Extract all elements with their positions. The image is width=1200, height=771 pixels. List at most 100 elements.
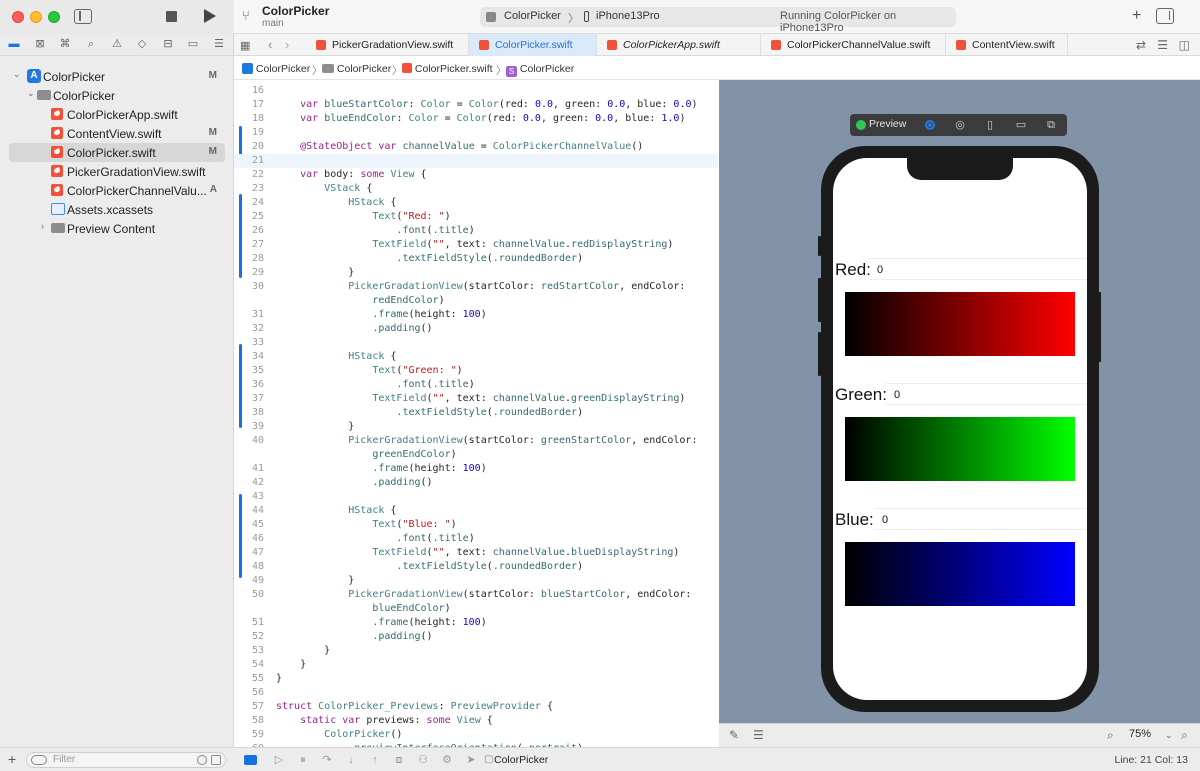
disclosure-open-icon[interactable]: ⌄ (27, 88, 35, 99)
code-line[interactable]: 45 Text("Blue: ") (234, 518, 718, 532)
breadcrumb-symbol[interactable]: S ColorPicker (506, 63, 574, 77)
close-window-button[interactable] (12, 11, 24, 23)
code-line[interactable]: 53 } (234, 644, 718, 658)
code-line[interactable]: 52 .padding() (234, 630, 718, 644)
editor-tab[interactable]: ColorPickerApp.swift (597, 34, 761, 56)
code-line[interactable]: 34 HStack { (234, 350, 718, 364)
code-line[interactable]: 48 .textFieldStyle(.roundedBorder) (234, 560, 718, 574)
gradation-view[interactable] (845, 292, 1075, 356)
stop-icon[interactable] (166, 11, 177, 22)
preview-canvas[interactable]: Preview ◎ ▯ ▭ ⧉ Red: 0 Green: 0 Blue: 0 (719, 80, 1200, 723)
back-icon[interactable]: ‹ (268, 37, 272, 52)
code-line[interactable]: 24 HStack { (234, 196, 718, 210)
code-line[interactable]: 50 PickerGradationView(startColor: blueS… (234, 588, 718, 602)
grid-icon[interactable]: ▦ (240, 39, 250, 52)
warning-icon[interactable]: ⚠ (110, 37, 124, 51)
code-line[interactable]: 32 .padding() (234, 322, 718, 336)
code-line[interactable]: greenEndColor) (234, 448, 718, 462)
forward-icon[interactable]: › (285, 37, 289, 52)
gradation-view[interactable] (845, 417, 1075, 481)
breadcrumb-project[interactable]: ColorPicker (242, 63, 310, 75)
zoom-out-icon[interactable]: ⌕ (1107, 728, 1114, 743)
split-editor-icon[interactable]: ◫ (1179, 38, 1190, 52)
code-line[interactable]: 47 TextField("", text: channelValue.blue… (234, 546, 718, 560)
channel-value-field[interactable]: 0 (886, 383, 1087, 405)
code-line[interactable]: 40 PickerGradationView(startColor: green… (234, 434, 718, 448)
zoom-window-button[interactable] (48, 11, 60, 23)
code-line[interactable]: 27 TextField("", text: channelValue.redD… (234, 238, 718, 252)
zoom-in-icon[interactable]: ⌕ (1181, 728, 1188, 743)
step-over-icon[interactable]: ↷ (320, 753, 334, 767)
live-preview-icon[interactable] (925, 120, 935, 130)
code-line[interactable]: 55} (234, 672, 718, 686)
code-line[interactable]: 59 ColorPicker() (234, 728, 718, 742)
code-line[interactable]: 54 } (234, 658, 718, 672)
orientation-icon[interactable]: ▯ (983, 118, 997, 132)
code-line[interactable]: 28 .textFieldStyle(.roundedBorder) (234, 252, 718, 266)
toggle-inspector-icon[interactable] (1156, 8, 1174, 24)
gradation-view[interactable] (845, 542, 1075, 606)
code-line[interactable]: 37 TextField("", text: channelValue.gree… (234, 392, 718, 406)
scheme-selector[interactable]: ColorPicker 〉 iPhone13Pro Running ColorP… (480, 7, 956, 34)
tree-item[interactable]: ColorPickerChannelValu... A (9, 181, 225, 200)
breadcrumb-file[interactable]: ColorPicker.swift (402, 63, 493, 75)
tree-item[interactable]: › Preview Content (9, 219, 225, 238)
run-icon[interactable] (204, 9, 216, 23)
test-icon[interactable]: ◇ (135, 37, 149, 51)
code-line[interactable]: blueEndColor) (234, 602, 718, 616)
code-line[interactable]: 44 HStack { (234, 504, 718, 518)
add-file-icon[interactable]: + (8, 751, 16, 767)
minimize-window-button[interactable] (30, 11, 42, 23)
location-icon[interactable]: ➤ (464, 753, 478, 767)
duplicate-preview-icon[interactable]: ⧉ (1044, 118, 1058, 132)
code-line[interactable]: 31 .frame(height: 100) (234, 308, 718, 322)
code-line[interactable]: 46 .font(.title) (234, 532, 718, 546)
recent-files-icon[interactable] (197, 755, 207, 765)
memory-graph-icon[interactable]: ⚇ (416, 753, 430, 767)
code-line[interactable]: 22 var body: some View { (234, 168, 718, 182)
symbol-icon[interactable]: ⌘ (58, 37, 72, 51)
code-line[interactable]: 58 static var previews: some View { (234, 714, 718, 728)
code-line[interactable]: 39 } (234, 420, 718, 434)
code-line[interactable]: 25 Text("Red: ") (234, 210, 718, 224)
code-line[interactable]: 42 .padding() (234, 476, 718, 490)
code-line[interactable]: 29 } (234, 266, 718, 280)
code-line[interactable]: 41 .frame(height: 100) (234, 462, 718, 476)
report-icon[interactable]: ☰ (212, 37, 226, 51)
editor-tab[interactable]: ContentView.swift (946, 34, 1068, 56)
tree-item[interactable]: ColorPicker.swift M (9, 143, 225, 162)
code-line[interactable]: 36 .font(.title) (234, 378, 718, 392)
code-line[interactable]: 38 .textFieldStyle(.roundedBorder) (234, 406, 718, 420)
code-line[interactable]: 21 (234, 154, 718, 168)
step-into-icon[interactable]: ↓ (344, 753, 358, 767)
filter-input[interactable]: Filter (26, 752, 226, 768)
tree-item[interactable]: ContentView.swift M (9, 124, 225, 143)
source-control-icon[interactable]: ⊠ (33, 37, 47, 51)
list-icon[interactable]: ☰ (753, 728, 764, 742)
code-line[interactable]: 19 (234, 126, 718, 140)
code-line[interactable]: 43 (234, 490, 718, 504)
channel-value-field[interactable]: 0 (869, 258, 1087, 280)
breadcrumb-group[interactable]: ColorPicker (322, 63, 391, 75)
environment-icon[interactable]: ⚙ (440, 753, 454, 767)
pause-icon[interactable]: ⏸ (296, 753, 310, 767)
destination-name[interactable]: iPhone13Pro (596, 10, 660, 22)
code-line[interactable]: 17 var blueStartColor: Color = Color(red… (234, 98, 718, 112)
breakpoint-icon[interactable]: ▭ (186, 37, 200, 51)
tree-item[interactable]: PickerGradationView.swift (9, 162, 225, 181)
add-library-icon[interactable]: + (1132, 7, 1141, 25)
code-line[interactable]: 33 (234, 336, 718, 350)
step-out-icon[interactable]: ↑ (368, 753, 382, 767)
tree-item[interactable]: Assets.xcassets (9, 200, 225, 219)
channel-value-field[interactable]: 0 (874, 508, 1087, 530)
code-line[interactable]: 57 struct ColorPicker_Previews: PreviewPr… (234, 700, 718, 714)
editor-tab[interactable]: ColorPicker.swift (469, 34, 597, 56)
code-line[interactable]: 35 Text("Green: ") (234, 364, 718, 378)
source-control-filter-icon[interactable] (211, 755, 221, 765)
zoom-level[interactable]: 75% (1129, 728, 1151, 740)
pin-icon[interactable]: ✎ (729, 728, 739, 742)
code-line[interactable]: 18 var blueEndColor: Color = Color(red: … (234, 112, 718, 126)
view-hierarchy-icon[interactable]: ⧈ (392, 753, 406, 767)
swap-icon[interactable]: ⇄ (1136, 38, 1146, 52)
disclosure-open-icon[interactable]: ⌄ (13, 69, 21, 80)
